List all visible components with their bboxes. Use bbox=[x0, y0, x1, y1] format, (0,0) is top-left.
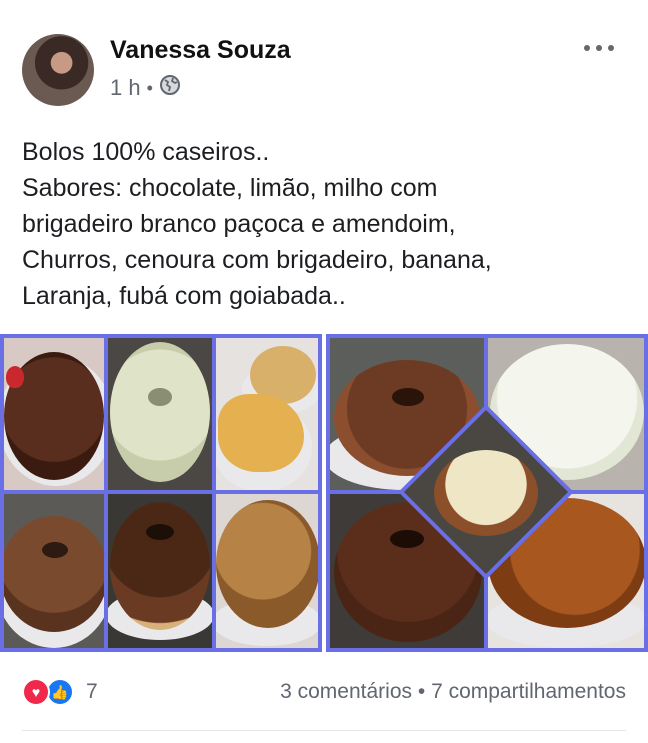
reactions-bar: ♥ 👍 7 3 comentários • 7 compartilhamento… bbox=[0, 670, 648, 714]
author-name[interactable]: Vanessa Souza bbox=[110, 36, 291, 65]
like-icon: 👍 bbox=[46, 678, 74, 706]
reaction-count[interactable]: 7 bbox=[86, 680, 98, 704]
cake-photo[interactable] bbox=[216, 494, 318, 648]
divider bbox=[22, 730, 626, 731]
cake-photo[interactable] bbox=[108, 338, 212, 490]
globe-icon bbox=[159, 74, 181, 102]
collage-right[interactable] bbox=[326, 334, 648, 652]
avatar[interactable] bbox=[22, 34, 94, 106]
post-text-line: Churros, cenoura com brigadeiro, banana, bbox=[22, 246, 492, 274]
post-header: Vanessa Souza 1 h • bbox=[0, 0, 648, 120]
photo-gallery[interactable] bbox=[0, 334, 648, 652]
post-text-line: Bolos 100% caseiros.. bbox=[22, 138, 270, 166]
meta-separator: • bbox=[146, 77, 153, 98]
shares-count[interactable]: 7 compartilhamentos bbox=[431, 680, 626, 703]
comments-count[interactable]: 3 comentários bbox=[280, 680, 412, 703]
post-text-line: Sabores: chocolate, limão, milho com bbox=[22, 174, 438, 202]
love-icon: ♥ bbox=[22, 678, 50, 706]
cake-photo[interactable] bbox=[216, 338, 318, 490]
engagement-stats: 3 comentários • 7 compartilhamentos bbox=[280, 680, 626, 704]
more-options-icon[interactable] bbox=[584, 38, 614, 58]
collage-left[interactable] bbox=[0, 334, 322, 652]
reaction-icons[interactable]: ♥ 👍 bbox=[22, 678, 80, 706]
post-time[interactable]: 1 h bbox=[110, 75, 141, 101]
post-text-line: brigadeiro branco paçoca e amendoim, bbox=[22, 210, 456, 238]
cake-photo[interactable] bbox=[4, 494, 104, 648]
post-meta: 1 h • bbox=[110, 74, 181, 102]
post-text-line: Laranja, fubá com goiabada.. bbox=[22, 282, 346, 310]
stats-separator: • bbox=[417, 680, 426, 703]
post-text: Bolos 100% caseiros.. Sabores: chocolate… bbox=[22, 134, 632, 314]
cake-photo[interactable] bbox=[108, 494, 212, 648]
cake-photo[interactable] bbox=[4, 338, 104, 490]
